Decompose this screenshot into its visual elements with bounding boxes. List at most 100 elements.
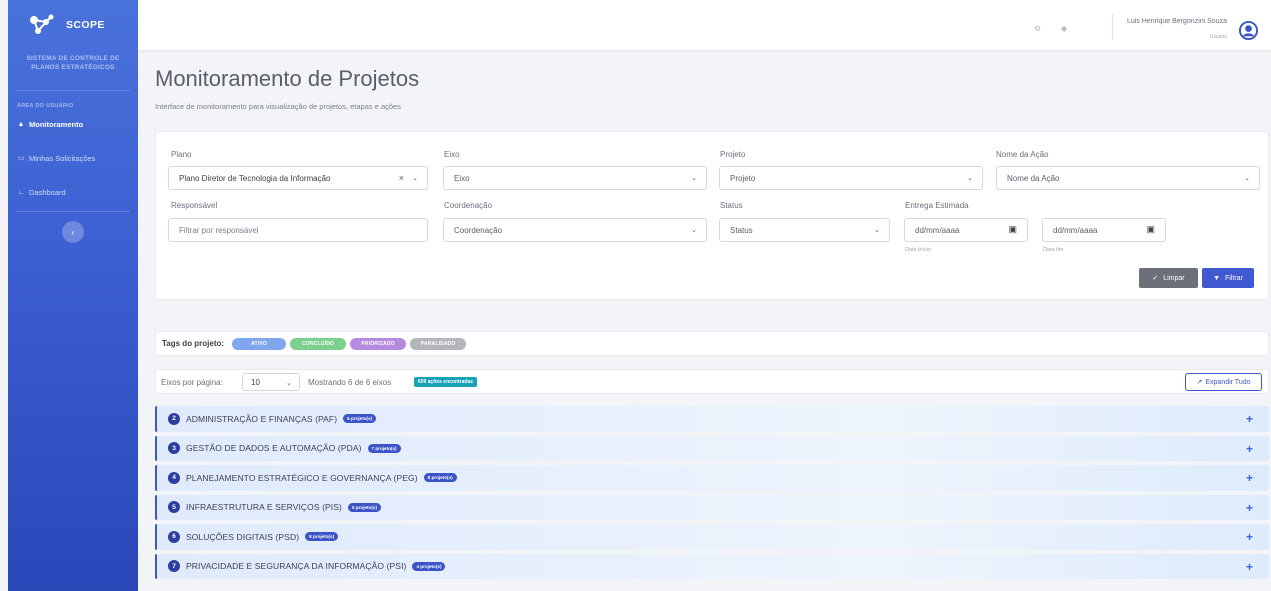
axis-row[interactable]: 7 PRIVACIDADE E SEGURANÇA DA INFORMAÇÃO … [155,553,1269,579]
page-title: Monitoramento de Projetos [155,66,420,91]
eixo-label: Eixo [444,150,460,159]
axis-row[interactable]: 6 SOLUÇÕES DIGITAIS (PSD) 8 projeto(s) + [155,524,1269,550]
axis-number: 4 [168,471,180,484]
project-count-badge: 7 projeto(s) [367,443,401,453]
entrega-start-placeholder: dd/mm/aaaa [915,225,960,235]
axis-name: PRIVACIDADE E SEGURANÇA DA INFORMAÇÃO (P… [186,561,407,572]
sidebar-item-label: Monitoramento [29,119,84,129]
entrega-start-input[interactable]: dd/mm/aaaa ▣ [904,218,1028,242]
app-subtitle: SISTEMA DE CONTROLE DE PLANOS ESTRATÉGIC… [26,55,120,71]
sidebar-item-minhas-solicitacoes[interactable]: ▭ Minhas Solicitações [8,148,138,168]
showing-count: Mostrando 6 de 6 eixos [308,378,392,387]
entrega-end-input[interactable]: dd/mm/aaaa ▣ [1042,218,1166,242]
user-avatar-icon[interactable] [1239,21,1258,40]
per-page-label: Eixos por página: [161,378,223,387]
plus-icon[interactable]: + [1246,501,1253,515]
project-count-badge: 5 projeto(s) [343,414,377,424]
axis-number: 2 [168,412,180,425]
expand-all-label: Expandir Tudo [1205,378,1251,386]
filter-card: Plano Plano Diretor de Tecnologia da Inf… [155,131,1269,300]
plus-icon[interactable]: + [1246,412,1253,426]
filter-icon: ▼ [1213,274,1221,282]
axis-number: 6 [168,530,180,543]
plano-select[interactable]: Plano Diretor de Tecnologia da Informaçã… [168,166,428,190]
projeto-select[interactable]: Projeto ⌄ [719,166,983,190]
per-page-select[interactable]: 10 ⌄ [242,373,300,391]
tags-legend: Tags do projeto: ATIVO CONCLUÍDO PRIORIZ… [155,331,1269,356]
coordenacao-label: Coordenação [444,201,493,210]
settings-icon[interactable]: ⚙ [1034,24,1041,33]
sidebar-divider [16,211,130,212]
eraser-icon: ✓ [1152,275,1159,282]
plus-icon[interactable]: + [1246,471,1253,485]
apply-filters-button[interactable]: ▼ Filtrar [1202,268,1254,288]
axis-row[interactable]: 2 ADMINISTRAÇÃO E FINANÇAS (PAF) 5 proje… [155,406,1269,432]
axis-row[interactable]: 4 PLANEJAMENTO ESTRATÉGICO E GOVERNANÇA … [155,465,1269,491]
calendar-icon[interactable]: ▣ [1146,224,1155,235]
axes-list: 2 ADMINISTRAÇÃO E FINANÇAS (PAF) 5 proje… [155,406,1269,583]
sidebar-item-label: Dashboard [29,187,66,197]
axis-name: INFRAESTRUTURA E SERVIÇOS (PIS) [186,502,342,513]
clear-icon[interactable]: × [399,173,404,183]
tags-label: Tags do projeto: [162,339,225,348]
entrega-end-placeholder: dd/mm/aaaa [1053,225,1098,235]
projeto-label: Projeto [720,150,746,159]
apply-filters-label: Filtrar [1225,274,1243,282]
chevron-down-icon: ⌄ [691,227,697,234]
axis-row[interactable]: 5 INFRAESTRUTURA E SERVIÇOS (PIS) 5 proj… [155,494,1269,520]
plano-value: Plano Diretor de Tecnologia da Informaçã… [179,173,331,183]
per-page-value: 10 [251,377,260,387]
axis-row[interactable]: 3 GESTÃO DE DADOS E AUTOMAÇÃO (PDA) 7 pr… [155,435,1269,461]
axis-number: 7 [168,560,180,573]
chevron-down-icon: ⌄ [412,175,418,182]
user-role: Usuário [1209,34,1227,40]
inbox-icon: ▭ [17,155,25,162]
app-name: SCOPE [66,19,105,31]
eixo-select[interactable]: Eixo ⌄ [443,166,707,190]
plus-icon[interactable]: + [1246,442,1253,456]
bell-icon[interactable]: ◆ [1061,24,1067,33]
tag-concluido: CONCLUÍDO [290,337,347,350]
status-label: Status [720,201,743,210]
coordenacao-select[interactable]: Coordenação ⌄ [443,218,707,242]
sidebar-section-label: ÁREA DO USUÁRIO [17,103,74,109]
entrega-label: Entrega Estimada [905,201,969,210]
status-select[interactable]: Status ⌄ [719,218,890,242]
sidebar-item-label: Minhas Solicitações [29,153,96,163]
chevron-down-icon: ⌄ [874,227,880,234]
project-count-badge: 4 projeto(s) [412,561,446,571]
axis-name: PLANEJAMENTO ESTRATÉGICO E GOVERNANÇA (P… [186,472,418,483]
actions-count-badge: 609 ações encontradas [414,377,478,387]
entrega-end-hint: Data fim [1043,247,1064,253]
chevron-down-icon: ⌄ [1244,175,1250,182]
user-name[interactable]: Luis Henrique Bergonzini Souza [1127,18,1227,25]
plus-icon[interactable]: + [1246,560,1253,574]
axis-name: ADMINISTRAÇÃO E FINANÇAS (PAF) [186,413,338,424]
expand-all-button[interactable]: ↗ Expandir Tudo [1185,373,1262,391]
sidebar-collapse-button[interactable]: ‹ [62,221,84,243]
acao-value: Nome da Ação [1007,173,1060,183]
sidebar-item-monitoramento[interactable]: ▲ Monitoramento [8,114,138,134]
clear-filters-label: Limpar [1163,274,1185,282]
binoculars-icon: ▲ [17,120,25,128]
expand-arrows-icon: ↗ [1196,379,1203,386]
project-count-badge: 5 projeto(s) [347,502,381,512]
project-count-badge: 8 projeto(s) [305,532,339,542]
acao-select[interactable]: Nome da Ação ⌄ [996,166,1260,190]
responsavel-placeholder: Filtrar por responsável [179,225,259,235]
sidebar-item-dashboard[interactable]: ∟ Dashboard [8,182,138,202]
chevron-left-icon: ‹ [71,227,75,237]
tag-priorizado: PRIORIZADO [350,337,407,350]
sidebar: SCOPE SISTEMA DE CONTROLE DE PLANOS ESTR… [8,0,138,591]
clear-filters-button[interactable]: ✓ Limpar [1139,268,1198,288]
responsavel-input[interactable]: Filtrar por responsável [168,218,428,242]
coordenacao-value: Coordenação [454,225,503,235]
eixo-value: Eixo [454,173,470,183]
brand[interactable]: SCOPE [8,0,138,50]
plano-label: Plano [171,150,192,159]
projeto-value: Projeto [730,173,756,183]
tag-ativo: ATIVO [232,337,287,350]
axis-number: 3 [168,442,180,455]
calendar-icon[interactable]: ▣ [1008,224,1017,235]
plus-icon[interactable]: + [1246,530,1253,544]
